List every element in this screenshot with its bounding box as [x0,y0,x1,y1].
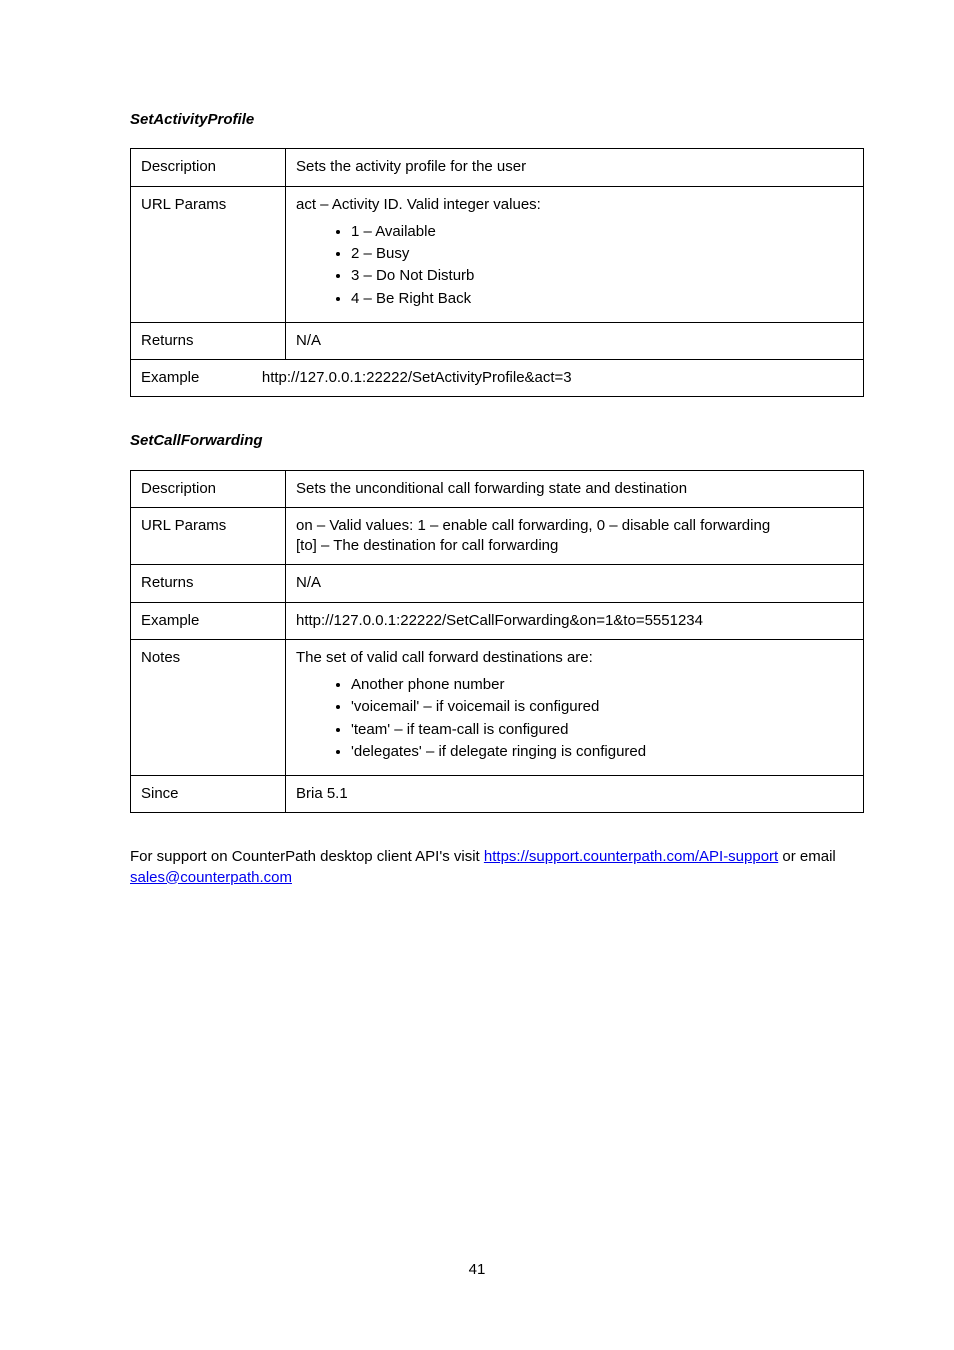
row-label: Since [131,776,286,813]
table-setcallforwarding: Description Sets the unconditional call … [130,470,864,814]
row-label: Returns [131,565,286,602]
sales-email-link[interactable]: sales@counterpath.com [130,869,292,886]
table-row: Returns N/A [131,565,864,602]
table-row: URL Params on – Valid values: 1 – enable… [131,507,864,565]
page-number: 41 [0,1260,954,1280]
table-row: Description Sets the activity profile fo… [131,149,864,186]
table-row: Since Bria 5.1 [131,776,864,813]
row-value: The set of valid call forward destinatio… [286,639,864,775]
param-intro: act – Activity ID. Valid integer values: [296,195,853,215]
table-row: Example http://127.0.0.1:22222/SetActivi… [131,360,864,397]
param-line: [to] – The destination for call forwardi… [296,536,853,556]
row-value: act – Activity ID. Valid integer values:… [286,186,864,322]
row-value: on – Valid values: 1 – enable call forwa… [286,507,864,565]
table-row: Returns N/A [131,322,864,359]
row-value: Sets the activity profile for the user [286,149,864,186]
row-label: Example [131,602,286,639]
param-line: on – Valid values: 1 – enable call forwa… [296,516,853,536]
list-item: 1 – Available [351,221,853,243]
footer-text: For support on CounterPath desktop clien… [130,848,484,865]
row-value: http://127.0.0.1:22222/SetCallForwarding… [286,602,864,639]
example-cell: Example http://127.0.0.1:22222/SetActivi… [131,360,864,397]
row-value: N/A [286,565,864,602]
row-label: Returns [131,322,286,359]
section-heading-setactivityprofile: SetActivityProfile [130,110,864,130]
list-item: 'voicemail' – if voicemail is configured [351,696,853,718]
row-label: Description [131,149,286,186]
footer-support-note: For support on CounterPath desktop clien… [130,847,864,888]
list-item: 4 – Be Right Back [351,288,853,310]
list-item: 'delegates' – if delegate ringing is con… [351,741,853,763]
table-setactivityprofile: Description Sets the activity profile fo… [130,148,864,397]
row-label: URL Params [131,507,286,565]
table-row: Example http://127.0.0.1:22222/SetCallFo… [131,602,864,639]
list-item: Another phone number [351,674,853,696]
table-row: URL Params act – Activity ID. Valid inte… [131,186,864,322]
row-label: Notes [131,639,286,775]
row-value: Bria 5.1 [286,776,864,813]
table-row: Description Sets the unconditional call … [131,470,864,507]
example-url: http://127.0.0.1:22222/SetActivityProfil… [262,369,572,386]
row-value: Sets the unconditional call forwarding s… [286,470,864,507]
list-item: 3 – Do Not Disturb [351,265,853,287]
table-row: Notes The set of valid call forward dest… [131,639,864,775]
list-item: 'team' – if team-call is configured [351,719,853,741]
support-link[interactable]: https://support.counterpath.com/API-supp… [484,848,778,865]
footer-text-mid: or email [778,848,836,865]
row-value: N/A [286,322,864,359]
row-label-inline: Example [141,369,199,386]
section-heading-setcallforwarding: SetCallForwarding [130,431,864,451]
row-label: Description [131,470,286,507]
notes-intro: The set of valid call forward destinatio… [296,648,853,668]
list-item: 2 – Busy [351,243,853,265]
row-label: URL Params [131,186,286,322]
